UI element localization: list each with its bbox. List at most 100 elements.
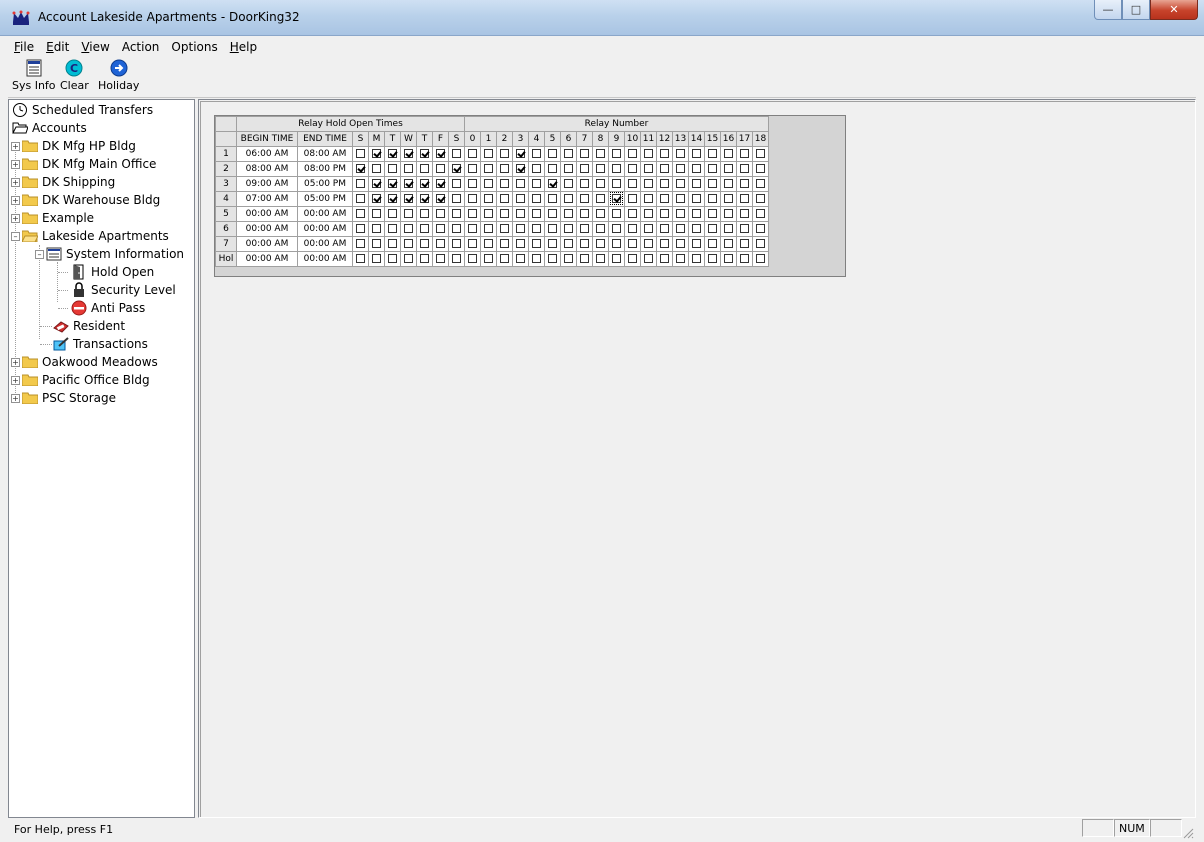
end-time-cell[interactable]: 00:00 AM <box>297 251 353 267</box>
tree-item-resident[interactable]: Resident <box>53 317 125 335</box>
relay-checkbox[interactable] <box>740 239 749 248</box>
day-checkbox[interactable] <box>372 224 381 233</box>
day-checkbox[interactable] <box>452 179 461 188</box>
relay-checkbox[interactable] <box>756 224 765 233</box>
relay-checkbox[interactable] <box>644 254 653 263</box>
day-checkbox[interactable] <box>452 209 461 218</box>
relay-checkbox[interactable] <box>580 224 589 233</box>
relay-checkbox[interactable] <box>740 194 749 203</box>
relay-checkbox[interactable] <box>708 224 717 233</box>
relay-checkbox[interactable] <box>548 149 557 158</box>
relay-checkbox[interactable] <box>756 254 765 263</box>
tree-item-example[interactable]: + Example <box>11 209 94 227</box>
day-checkbox[interactable] <box>388 209 397 218</box>
day-checkbox[interactable] <box>420 194 429 203</box>
tree-item-system-information[interactable]: – System Information <box>35 245 184 263</box>
relay-checkbox[interactable] <box>548 194 557 203</box>
relay-checkbox[interactable] <box>660 164 669 173</box>
tree-item-psc-storage[interactable]: + PSC Storage <box>11 389 116 407</box>
relay-checkbox[interactable] <box>564 254 573 263</box>
menu-item-options[interactable]: Options <box>165 40 223 54</box>
relay-checkbox[interactable] <box>580 149 589 158</box>
relay-checkbox[interactable] <box>692 194 701 203</box>
day-checkbox[interactable] <box>436 164 445 173</box>
relay-checkbox[interactable] <box>740 164 749 173</box>
expand-icon[interactable]: + <box>11 213 20 223</box>
day-checkbox[interactable] <box>356 239 365 248</box>
relay-checkbox[interactable] <box>532 224 541 233</box>
relay-checkbox[interactable] <box>708 239 717 248</box>
relay-checkbox[interactable] <box>468 164 477 173</box>
begin-time-cell[interactable]: 07:00 AM <box>236 191 298 207</box>
tree-item-scheduled-transfers[interactable]: Scheduled Transfers <box>12 101 153 119</box>
relay-checkbox[interactable] <box>628 194 637 203</box>
relay-checkbox[interactable] <box>484 149 493 158</box>
relay-checkbox[interactable] <box>676 149 685 158</box>
relay-checkbox[interactable] <box>644 179 653 188</box>
relay-checkbox[interactable] <box>500 224 509 233</box>
day-checkbox[interactable] <box>420 149 429 158</box>
day-checkbox[interactable] <box>356 149 365 158</box>
tree-item-oakwood-meadows[interactable]: + Oakwood Meadows <box>11 353 158 371</box>
relay-checkbox[interactable] <box>612 164 621 173</box>
relay-checkbox[interactable] <box>612 254 621 263</box>
relay-checkbox[interactable] <box>756 194 765 203</box>
relay-checkbox[interactable] <box>628 164 637 173</box>
relay-checkbox[interactable] <box>580 239 589 248</box>
relay-checkbox[interactable] <box>724 239 733 248</box>
day-checkbox[interactable] <box>436 179 445 188</box>
begin-time-cell[interactable]: 08:00 AM <box>236 161 298 177</box>
day-checkbox[interactable] <box>452 224 461 233</box>
relay-checkbox[interactable] <box>548 209 557 218</box>
sys-info-button[interactable]: Sys Info <box>12 59 56 95</box>
tree-item-pacific-office-bldg[interactable]: + Pacific Office Bldg <box>11 371 150 389</box>
day-checkbox[interactable] <box>356 209 365 218</box>
relay-checkbox[interactable] <box>468 239 477 248</box>
day-checkbox[interactable] <box>356 164 365 173</box>
relay-checkbox[interactable] <box>660 194 669 203</box>
relay-checkbox[interactable] <box>708 254 717 263</box>
day-checkbox[interactable] <box>404 149 413 158</box>
relay-checkbox[interactable] <box>596 194 605 203</box>
relay-checkbox[interactable] <box>484 164 493 173</box>
relay-checkbox[interactable] <box>676 179 685 188</box>
day-checkbox[interactable] <box>372 164 381 173</box>
relay-checkbox[interactable] <box>548 179 557 188</box>
relay-checkbox[interactable] <box>484 209 493 218</box>
relay-checkbox[interactable] <box>532 149 541 158</box>
relay-checkbox[interactable] <box>516 179 525 188</box>
relay-checkbox[interactable] <box>484 239 493 248</box>
relay-checkbox[interactable] <box>740 179 749 188</box>
day-checkbox[interactable] <box>420 224 429 233</box>
relay-checkbox[interactable] <box>724 179 733 188</box>
relay-checkbox[interactable] <box>724 254 733 263</box>
relay-checkbox[interactable] <box>516 224 525 233</box>
day-checkbox[interactable] <box>436 194 445 203</box>
tree-item-dk-shipping[interactable]: + DK Shipping <box>11 173 115 191</box>
relay-checkbox[interactable] <box>644 194 653 203</box>
relay-checkbox[interactable] <box>644 224 653 233</box>
relay-checkbox[interactable] <box>692 224 701 233</box>
relay-checkbox[interactable] <box>660 209 669 218</box>
relay-checkbox[interactable] <box>660 239 669 248</box>
relay-checkbox[interactable] <box>500 179 509 188</box>
relay-checkbox[interactable] <box>548 239 557 248</box>
day-checkbox[interactable] <box>436 224 445 233</box>
relay-checkbox[interactable] <box>628 254 637 263</box>
menu-item-edit[interactable]: Edit <box>40 40 75 54</box>
relay-checkbox[interactable] <box>532 254 541 263</box>
day-checkbox[interactable] <box>404 239 413 248</box>
relay-checkbox[interactable] <box>644 239 653 248</box>
day-checkbox[interactable] <box>388 224 397 233</box>
day-checkbox[interactable] <box>436 209 445 218</box>
day-checkbox[interactable] <box>452 239 461 248</box>
expand-icon[interactable]: + <box>11 159 20 169</box>
end-time-cell[interactable]: 00:00 AM <box>297 206 353 222</box>
relay-checkbox[interactable] <box>580 194 589 203</box>
relay-checkbox[interactable] <box>516 194 525 203</box>
day-checkbox[interactable] <box>404 254 413 263</box>
relay-checkbox[interactable] <box>610 192 623 205</box>
relay-checkbox[interactable] <box>708 149 717 158</box>
day-checkbox[interactable] <box>388 194 397 203</box>
relay-checkbox[interactable] <box>500 209 509 218</box>
